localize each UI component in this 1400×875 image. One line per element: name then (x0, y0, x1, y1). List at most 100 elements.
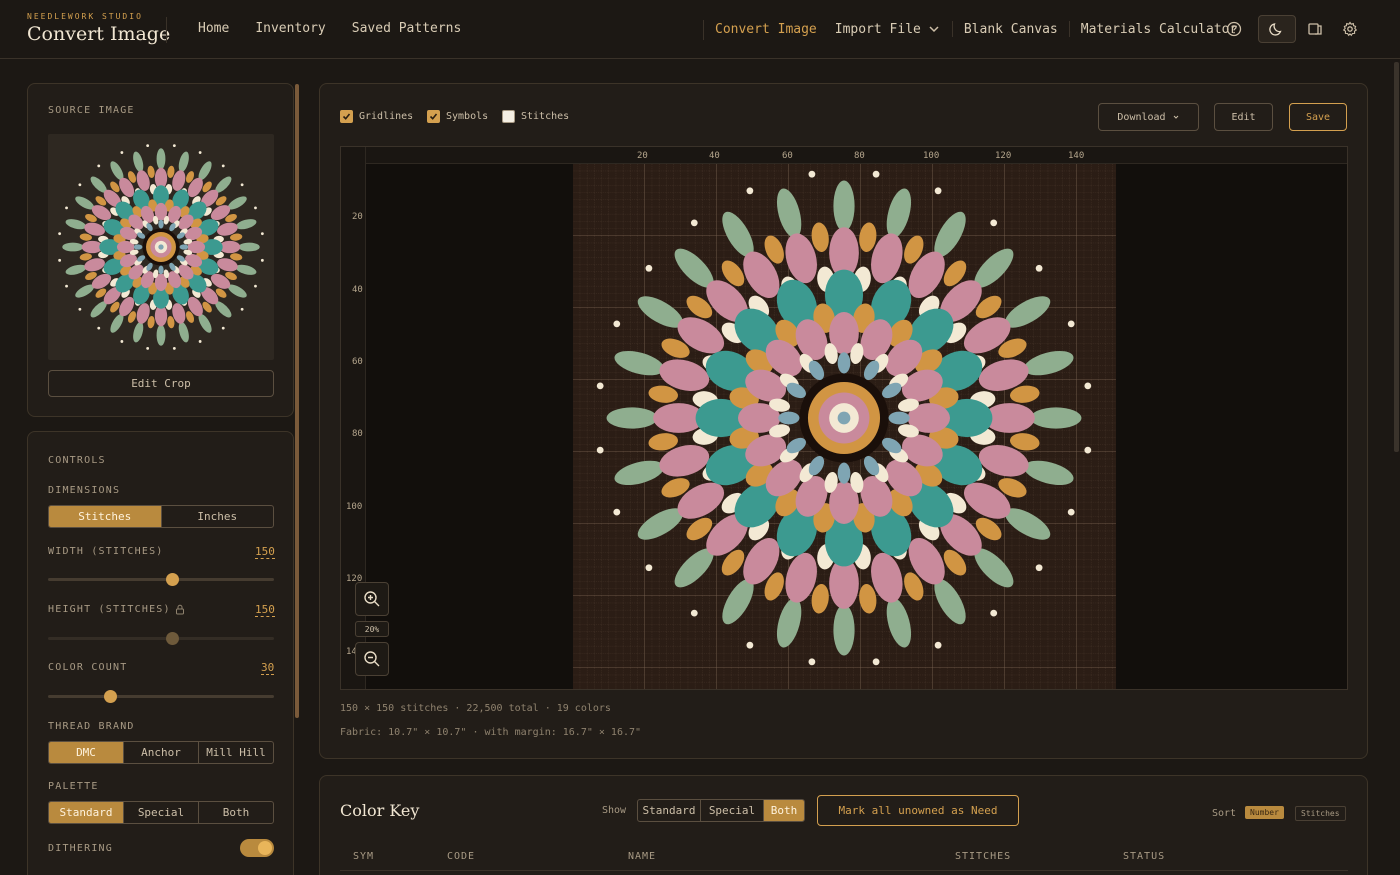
brand-subtitle: NEEDLEWORK STUDIO (27, 12, 143, 21)
show-label: Show (602, 805, 627, 816)
nav-home[interactable]: Home (198, 21, 229, 36)
nav-materials-calculator[interactable]: Materials Calculator (1081, 22, 1238, 37)
nav-import-file[interactable]: Import File (835, 22, 921, 37)
mandala-dot (260, 232, 264, 236)
color-count-slider[interactable] (48, 695, 274, 698)
ruler-tick: 80 (352, 429, 363, 439)
column-code[interactable]: CODE (447, 851, 475, 862)
nav-saved-patterns[interactable]: Saved Patterns (352, 21, 462, 36)
chevron-down-icon[interactable] (927, 22, 941, 36)
height-label: HEIGHT (STITCHES) (48, 604, 171, 615)
mandala-petal (65, 264, 87, 275)
layout-button[interactable] (1302, 16, 1328, 42)
width-value[interactable]: 150 (255, 545, 275, 559)
symbols-checkbox[interactable]: Symbols (427, 110, 488, 123)
mandala-dot (97, 326, 101, 330)
download-label: Download (1117, 111, 1166, 123)
mandala-petal (65, 219, 87, 230)
mandala-petal (837, 352, 851, 374)
theme-toggle-button[interactable] (1258, 15, 1296, 43)
dimensions-option-stitches[interactable]: Stitches (49, 506, 162, 527)
thread-brand-dmc[interactable]: DMC (49, 742, 124, 763)
column-stitches[interactable]: STITCHES (955, 851, 1011, 862)
gridlines-checkbox[interactable]: Gridlines (340, 110, 413, 123)
color-count-slider-handle[interactable] (104, 690, 117, 703)
gridlines-checkbox-box[interactable] (340, 110, 353, 123)
mandala-dot (596, 382, 604, 390)
thread-brand-anchor[interactable]: Anchor (124, 742, 199, 763)
show-special[interactable]: Special (701, 800, 764, 821)
sort-label: Sort (1212, 808, 1237, 819)
mandala-dot (120, 151, 124, 154)
width-slider[interactable] (48, 578, 274, 581)
column-sym[interactable]: SYM (353, 851, 374, 862)
pattern-canvas[interactable]: 20 40 60 80 100 120 140 20 40 60 80 100 … (340, 146, 1348, 690)
table-header-divider (340, 870, 1348, 871)
mandala-dot (120, 340, 124, 343)
mandala-dot (808, 170, 816, 178)
column-status[interactable]: STATUS (1123, 851, 1165, 862)
mandala-dot (645, 264, 653, 272)
edit-crop-button[interactable]: Edit Crop (48, 370, 274, 397)
sort-stitches[interactable]: Stitches (1295, 806, 1346, 821)
mark-unowned-button[interactable]: Mark all unowned as Need (817, 795, 1019, 826)
settings-button[interactable] (1337, 16, 1363, 42)
page-scrollbar[interactable] (1394, 62, 1399, 452)
stitches-checkbox-box[interactable] (502, 110, 515, 123)
zoom-out-button[interactable] (355, 642, 389, 676)
height-value[interactable]: 150 (255, 603, 275, 617)
palette-special[interactable]: Special (124, 802, 199, 823)
ruler-top: 20 40 60 80 100 120 140 (366, 147, 1347, 164)
zoom-level: 20% (355, 621, 389, 637)
edit-button[interactable]: Edit (1214, 103, 1273, 131)
mandala-dot (58, 232, 62, 236)
show-standard[interactable]: Standard (638, 800, 701, 821)
fabric-size: Fabric: 10.7" × 10.7" · with margin: 16.… (340, 727, 642, 738)
mandala-dot (746, 641, 754, 649)
nav-inventory[interactable]: Inventory (255, 21, 325, 36)
mandala-dot (1035, 264, 1043, 272)
stitches-checkbox[interactable]: Stitches (502, 110, 569, 123)
mandala-dot (613, 508, 621, 516)
dimensions-toggle: Stitches Inches (48, 505, 274, 528)
source-image-thumbnail (48, 134, 274, 360)
symbols-label: Symbols (446, 111, 489, 122)
header-divider (703, 20, 704, 40)
column-name[interactable]: NAME (628, 851, 656, 862)
gear-icon (1342, 21, 1358, 37)
sort-number[interactable]: Number (1245, 806, 1284, 819)
show-both[interactable]: Both (764, 800, 804, 821)
mandala-dot (254, 284, 257, 288)
mandala-dot (172, 144, 176, 148)
cross-stitch-pattern[interactable] (573, 164, 1116, 690)
download-button[interactable]: Download (1098, 103, 1199, 131)
save-button[interactable]: Save (1289, 103, 1347, 131)
symbols-checkbox-box[interactable] (427, 110, 440, 123)
thread-brand-mill-hill[interactable]: Mill Hill (199, 742, 273, 763)
nav-convert-image[interactable]: Convert Image (715, 22, 817, 37)
dimensions-label: DIMENSIONS (48, 485, 121, 496)
nav-blank-canvas[interactable]: Blank Canvas (964, 22, 1058, 37)
lock-icon[interactable] (175, 604, 185, 615)
mandala-petal (179, 244, 189, 250)
mandala-dot (596, 446, 604, 454)
color-count-value[interactable]: 30 (261, 661, 275, 675)
dithering-toggle[interactable] (240, 839, 274, 857)
mandala-dot (58, 258, 62, 262)
controls-heading: CONTROLS (48, 455, 106, 466)
brand[interactable]: NEEDLEWORK STUDIO Convert Image (27, 12, 170, 45)
palette-both[interactable]: Both (199, 802, 273, 823)
mandala-dot (990, 609, 998, 617)
width-slider-handle[interactable] (166, 573, 179, 586)
help-button[interactable] (1221, 16, 1247, 42)
stitches-label: Stitches (521, 111, 570, 122)
moon-icon (1269, 23, 1282, 36)
zoom-in-button[interactable] (355, 582, 389, 616)
mandala-dot (146, 346, 150, 350)
mandala-petal (1030, 407, 1082, 429)
sidebar-scrollbar[interactable] (295, 84, 299, 718)
dimensions-option-inches[interactable]: Inches (162, 506, 274, 527)
palette-standard[interactable]: Standard (49, 802, 124, 823)
width-label: WIDTH (STITCHES) (48, 546, 164, 557)
mandala-petal (235, 264, 257, 275)
